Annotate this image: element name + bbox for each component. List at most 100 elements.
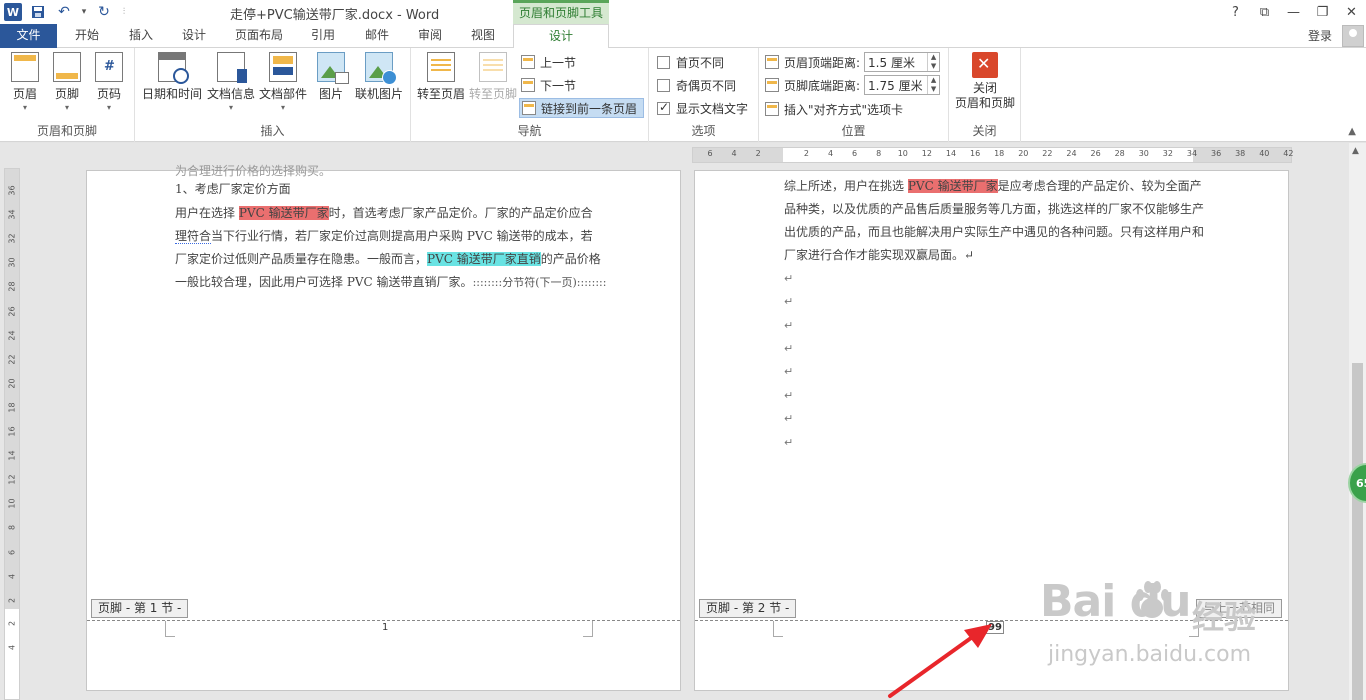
- undo-icon[interactable]: ↶: [54, 3, 74, 21]
- header-top-input[interactable]: [865, 53, 928, 71]
- tab-references[interactable]: 引用: [298, 24, 348, 48]
- ruler-tick-label: 20: [7, 378, 17, 389]
- previous-section-button[interactable]: 上一节: [521, 52, 576, 72]
- ribbon-tab-bar: 文件 开始 插入 设计 页面布局 引用 邮件 审阅 视图 设计 登录: [0, 24, 1366, 49]
- doc-info-button[interactable]: 文档信息 ▾: [206, 52, 256, 112]
- ruler-tick-label: 4: [7, 573, 17, 579]
- undo-dropdown-icon[interactable]: ▾: [80, 3, 88, 21]
- avatar[interactable]: [1342, 25, 1364, 47]
- tab-review[interactable]: 审阅: [405, 24, 455, 48]
- paragraph-mark: ↵: [784, 272, 794, 285]
- footer-section-tag: 页脚 - 第 2 节 -: [699, 599, 797, 618]
- ruler-tick-label: 36: [1211, 149, 1222, 158]
- chevron-down-icon: ▾: [106, 103, 111, 112]
- tab-design[interactable]: 设计: [169, 24, 219, 48]
- page-number-field[interactable]: 1: [382, 622, 388, 633]
- ruler-tick-label: 8: [876, 149, 882, 158]
- spin-arrows-icon[interactable]: ▲ ▼: [927, 53, 939, 71]
- goto-header-button[interactable]: 转至页眉: [415, 52, 467, 102]
- ruler-tick-label: 32: [7, 233, 17, 244]
- ruler-tick-label: 22: [7, 354, 17, 365]
- different-first-page-checkbox[interactable]: 首页不同: [657, 52, 724, 72]
- checkbox-checked-icon: [657, 100, 670, 115]
- tab-page-layout[interactable]: 页面布局: [226, 24, 292, 48]
- restore-button[interactable]: ❐: [1308, 0, 1337, 24]
- next-section-button[interactable]: 下一节: [521, 75, 576, 95]
- word-app-icon[interactable]: W: [4, 3, 22, 21]
- ruler-tick-label: 20: [1018, 149, 1029, 158]
- tab-file[interactable]: 文件: [0, 24, 57, 48]
- ruler-tick-label: 28: [1114, 149, 1125, 158]
- customize-qat-icon[interactable]: ⫶: [120, 3, 128, 21]
- online-picture-button[interactable]: 联机图片: [353, 52, 405, 102]
- ruler-tick-label: 24: [7, 330, 17, 341]
- body-line: 用户在选择 PVC 输送带厂家时，首选考虑厂家产品定价。厂家的产品定价应合: [175, 206, 593, 220]
- group-navigation: 转至页眉 转至页脚 上一节 下一节 链接到前一条页眉 导航: [411, 48, 649, 142]
- help-button[interactable]: ?: [1221, 0, 1250, 24]
- ruler-tick-label: 24: [1066, 149, 1077, 158]
- footer-button[interactable]: 页脚 ▾: [50, 52, 84, 112]
- footer-bottom-spinner[interactable]: ▲▼: [864, 75, 941, 95]
- window-controls: ? ⧉ — ❐ ✕: [1221, 0, 1366, 24]
- watermark-logo: Bai du 经验 jingyan.baidu.com: [1040, 576, 1290, 686]
- body-line: 厂家进行合作才能实现双赢局面。↵: [784, 248, 975, 262]
- scroll-thumb[interactable]: [1352, 363, 1363, 700]
- goto-footer-button[interactable]: 转至页脚: [467, 52, 519, 102]
- ruler-tick-label: 12: [921, 149, 932, 158]
- body-line: 综上所述，用户在挑选 PVC 输送带厂家是应考虑合理的产品定价、较为全面产: [784, 179, 1202, 193]
- ruler-tick-label: 16: [970, 149, 981, 158]
- ruler-tick-label: 32: [1162, 149, 1173, 158]
- picture-button[interactable]: 图片: [313, 52, 349, 102]
- link-to-previous-button[interactable]: 链接到前一条页眉: [519, 98, 645, 118]
- alignment-tab-icon: [765, 102, 779, 116]
- show-document-text-checkbox[interactable]: 显示文档文字: [657, 98, 748, 118]
- page-1[interactable]: 为合理进行价格的选择购买。 1、考虑厂家定价方面 用户在选择 PVC 输送带厂家…: [86, 164, 681, 691]
- contextual-tools-label: 页眉和页脚工具: [513, 0, 609, 24]
- close-header-footer-button[interactable]: 关闭 页眉和页脚: [952, 52, 1018, 111]
- sign-in-link[interactable]: 登录: [1308, 27, 1332, 44]
- redo-icon[interactable]: ↻: [94, 3, 114, 21]
- document-info-icon: [217, 52, 247, 83]
- tab-header-footer-design[interactable]: 设计: [513, 24, 609, 49]
- scroll-up-icon[interactable]: ▲: [1352, 146, 1359, 156]
- body-line: 出优质的产品，而且也能解决用户实际生产中遇见的各种问题。只有这样用户和: [784, 225, 1205, 239]
- group-label: 导航: [517, 124, 542, 138]
- footer-bottom-distance: 页脚底端距离: ▲▼: [765, 75, 941, 95]
- ribbon-display-options-button[interactable]: ⧉: [1250, 0, 1279, 24]
- doc-parts-button[interactable]: 文档部件 ▾: [258, 52, 308, 112]
- header-top-spinner[interactable]: ▲▼: [864, 52, 941, 72]
- group-close: 关闭 页眉和页脚 关闭: [949, 48, 1021, 142]
- header-button[interactable]: 页眉 ▾: [8, 52, 42, 112]
- header-position-icon: [765, 55, 779, 69]
- tab-view[interactable]: 视图: [458, 24, 508, 48]
- collapse-ribbon-icon[interactable]: ▲: [1348, 126, 1356, 137]
- goto-footer-icon: [479, 52, 507, 82]
- paragraph-mark: ↵: [784, 319, 794, 332]
- ruler-tick-label: 16: [7, 426, 17, 437]
- highlighted-keyword: PVC 输送带厂家: [907, 179, 998, 193]
- date-time-button[interactable]: 日期和时间: [140, 52, 204, 102]
- paw-icon: [1136, 581, 1169, 618]
- minimize-button[interactable]: —: [1279, 0, 1308, 24]
- vertical-scrollbar[interactable]: ▲: [1349, 143, 1366, 700]
- footer-bottom-input[interactable]: [865, 76, 928, 94]
- online-picture-icon: [365, 52, 397, 85]
- ruler-tick-label: 14: [945, 149, 957, 158]
- highlighted-keyword: PVC 输送带厂家: [238, 206, 329, 220]
- ruler-tick-label: 30: [1138, 149, 1149, 158]
- close-window-button[interactable]: ✕: [1337, 0, 1366, 24]
- spin-arrows-icon[interactable]: ▲ ▼: [927, 76, 939, 94]
- tab-home[interactable]: 开始: [62, 24, 112, 48]
- grammar-squiggle: 理符合: [175, 229, 212, 244]
- goto-header-icon: [427, 52, 455, 82]
- group-header-footer: 页眉 ▾ 页脚 ▾ 页码 ▾ 页眉和页脚: [0, 48, 135, 142]
- different-odd-even-checkbox[interactable]: 奇偶页不同: [657, 75, 736, 95]
- insert-alignment-tab-button[interactable]: 插入"对齐方式"选项卡: [765, 99, 903, 119]
- tab-mailings[interactable]: 邮件: [352, 24, 402, 48]
- page-number-button[interactable]: 页码 ▾: [92, 52, 126, 112]
- save-icon[interactable]: [28, 3, 48, 21]
- ruler-tick-label: 26: [7, 305, 17, 317]
- page-number-icon: [95, 52, 123, 82]
- tab-insert[interactable]: 插入: [116, 24, 166, 48]
- group-label: 选项: [691, 124, 716, 138]
